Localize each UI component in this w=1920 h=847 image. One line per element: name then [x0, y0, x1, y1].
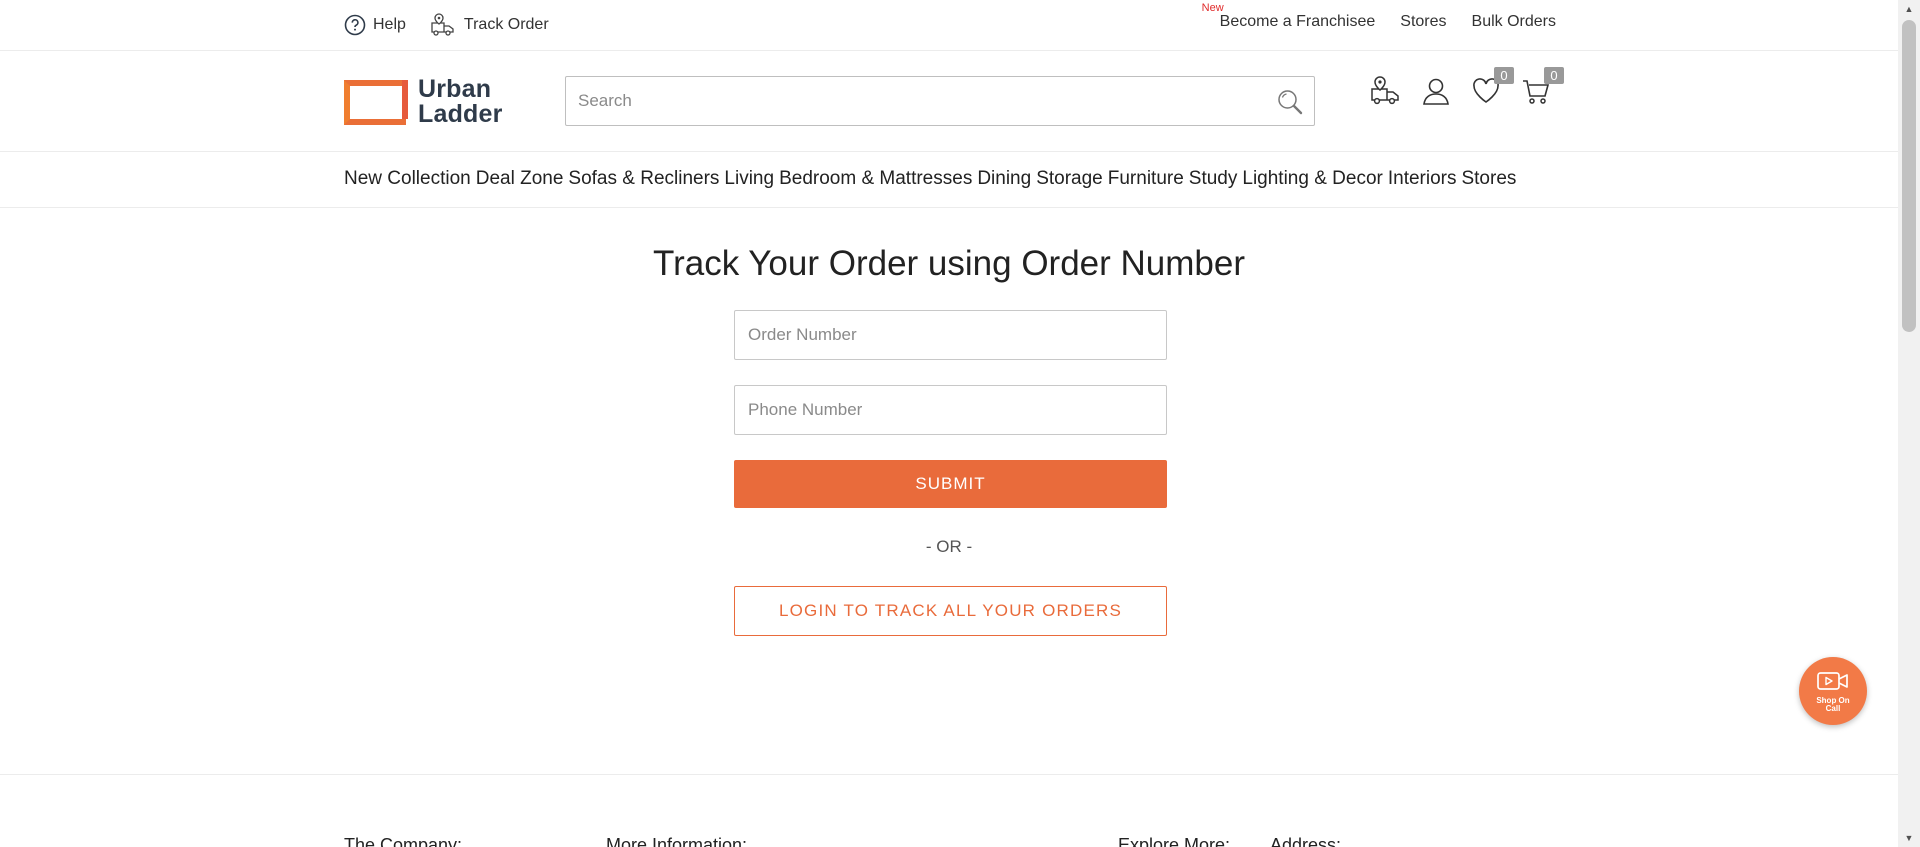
- track-order-label: Track Order: [463, 16, 549, 33]
- nav-item-interiors[interactable]: Interiors: [1388, 168, 1457, 190]
- logo-line1: Urban: [418, 75, 492, 103]
- nav-item-stores[interactable]: Stores: [1461, 168, 1516, 190]
- nav-item-furniture[interactable]: Furniture: [1108, 168, 1184, 190]
- main-header: Urban Ladder 0 0: [0, 51, 1898, 152]
- wishlist-heart-icon[interactable]: 0: [1470, 67, 1514, 107]
- help-label: Help: [373, 16, 406, 33]
- track-order-link[interactable]: Track Order: [430, 12, 549, 38]
- nav-item-study[interactable]: Study: [1189, 168, 1238, 190]
- shop-on-call-line2: Call: [1825, 704, 1841, 713]
- become-franchisee-link[interactable]: New Become a Franchisee: [1202, 2, 1376, 31]
- nav-item-lighting-decor[interactable]: Lighting & Decor: [1242, 168, 1382, 190]
- urban-ladder-logo[interactable]: Urban Ladder: [344, 77, 503, 127]
- help-link[interactable]: Help: [344, 14, 406, 36]
- phone-number-input[interactable]: [735, 386, 1166, 434]
- footer-heading-explore-more: Explore More:: [1118, 835, 1231, 847]
- top-utility-bar: Help Track Order New Become a Franchisee…: [0, 0, 1898, 51]
- category-nav-items: New Collection Deal Zone Sofas & Recline…: [344, 168, 1521, 190]
- nav-item-dining[interactable]: Dining: [977, 168, 1031, 190]
- logo-mark: [344, 79, 408, 125]
- nav-item-storage[interactable]: Storage: [1036, 168, 1103, 190]
- video-call-icon: [1817, 672, 1848, 690]
- cart-count-badge: 0: [1544, 67, 1564, 84]
- search-input[interactable]: [566, 77, 1256, 125]
- nav-item-bedroom-mattresses[interactable]: Bedroom & Mattresses: [779, 168, 972, 190]
- cart-icon[interactable]: 0: [1520, 67, 1564, 107]
- top-right-links: New Become a Franchisee Stores Bulk Orde…: [1195, 2, 1556, 31]
- top-left-links: Help Track Order: [344, 12, 573, 38]
- bulk-orders-link[interactable]: Bulk Orders: [1472, 13, 1556, 31]
- page-title: Track Your Order using Order Number: [653, 244, 1245, 283]
- logo-wordmark: Urban Ladder: [418, 77, 503, 127]
- scroll-down-arrow-icon[interactable]: ▼: [1898, 829, 1920, 847]
- or-divider: - OR -: [925, 537, 973, 556]
- category-nav: New Collection Deal Zone Sofas & Recline…: [0, 152, 1898, 208]
- scroll-up-arrow-icon[interactable]: ▲: [1898, 0, 1920, 18]
- footer-heading-address: Address:: [1270, 835, 1342, 847]
- logo-line2: Ladder: [418, 100, 503, 128]
- shop-on-call-button[interactable]: Shop On Call: [1799, 657, 1867, 725]
- nav-item-living[interactable]: Living: [724, 168, 774, 190]
- footer-heading-company: The Company:: [344, 835, 463, 847]
- nav-item-sofas-recliners[interactable]: Sofas & Recliners: [568, 168, 719, 190]
- footer-heading-more-info: More Information:: [606, 835, 748, 847]
- login-to-track-button[interactable]: LOGIN TO TRACK ALL YOUR ORDERS: [734, 586, 1167, 636]
- nav-item-new-collection[interactable]: New Collection: [344, 168, 471, 190]
- track-order-icon: [431, 13, 454, 36]
- search-box: [565, 76, 1315, 126]
- stores-link[interactable]: Stores: [1400, 13, 1446, 31]
- search-icon[interactable]: [1276, 88, 1304, 121]
- page-scrollbar[interactable]: ▲ ▼: [1898, 0, 1920, 847]
- header-icons: 0 0: [1370, 67, 1570, 107]
- footer: The Company: More Information: Explore M…: [0, 774, 1898, 847]
- help-icon: [344, 14, 366, 36]
- order-number-field: [734, 310, 1167, 360]
- scrollbar-thumb[interactable]: [1902, 20, 1916, 332]
- order-number-input[interactable]: [735, 311, 1166, 359]
- user-icon[interactable]: [1420, 75, 1452, 107]
- franchise-label: Become a Franchisee: [1219, 13, 1376, 30]
- new-tag: New: [1201, 2, 1224, 14]
- phone-number-field: [734, 385, 1167, 435]
- submit-button[interactable]: SUBMIT: [734, 460, 1167, 508]
- track-truck-icon[interactable]: [1370, 75, 1402, 107]
- nav-item-deal-zone[interactable]: Deal Zone: [476, 168, 564, 190]
- wishlist-count-badge: 0: [1494, 67, 1514, 84]
